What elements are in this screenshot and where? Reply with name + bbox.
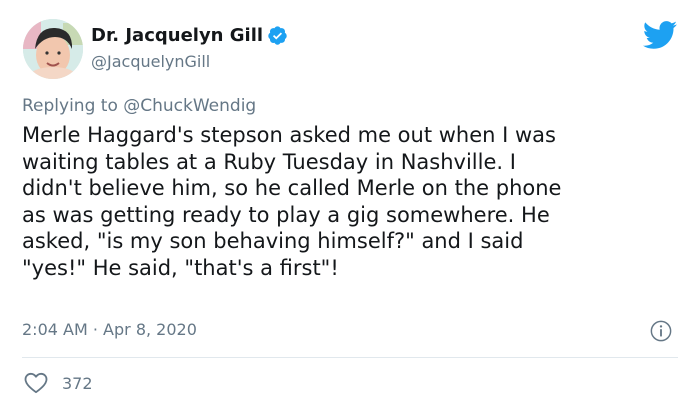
tweet-time: 2:04 AM — [22, 320, 88, 339]
author-name-row: Dr. Jacquelyn Gill — [91, 24, 288, 46]
tweet-body-line: waiting tables at a Ruby Tuesday in Nash… — [22, 149, 516, 174]
avatar[interactable] — [23, 19, 83, 79]
tweet-body: Merle Haggard's stepson asked me out whe… — [22, 122, 692, 281]
heart-icon — [24, 372, 48, 394]
tweet-timestamp[interactable]: 2:04 AM · Apr 8, 2020 — [22, 320, 197, 339]
replying-to: Replying to @ChuckWendig — [22, 96, 256, 116]
verified-badge-icon — [268, 25, 287, 45]
tweet-body-line: "yes!" He said, "that's a first"! — [22, 255, 339, 280]
timestamp-separator: · — [92, 320, 98, 339]
like-count: 372 — [62, 373, 93, 393]
info-icon[interactable] — [650, 320, 672, 342]
reply-mention-link[interactable]: @ChuckWendig — [123, 96, 256, 116]
author-display-name[interactable]: Dr. Jacquelyn Gill — [91, 25, 263, 46]
twitter-bird-icon[interactable] — [641, 20, 678, 50]
tweet-body-line: didn't believe him, so he called Merle o… — [22, 176, 562, 200]
tweet-body-line: as was getting ready to play a gig somew… — [22, 202, 550, 227]
tweet-body-line: asked, "is my son behaving himself?" and… — [22, 229, 524, 253]
like-button[interactable]: 372 — [24, 371, 93, 395]
tweet-body-line: Merle Haggard's stepson asked me out whe… — [22, 123, 556, 147]
author-handle[interactable]: @JacquelynGill — [91, 52, 210, 71]
replying-prefix: Replying to — [22, 96, 118, 116]
divider — [22, 357, 678, 358]
tweet-date: Apr 8, 2020 — [103, 320, 197, 339]
avatar-photo — [23, 19, 83, 79]
tweet-card: Dr. Jacquelyn Gill @JacquelynGill Replyi… — [0, 0, 700, 411]
